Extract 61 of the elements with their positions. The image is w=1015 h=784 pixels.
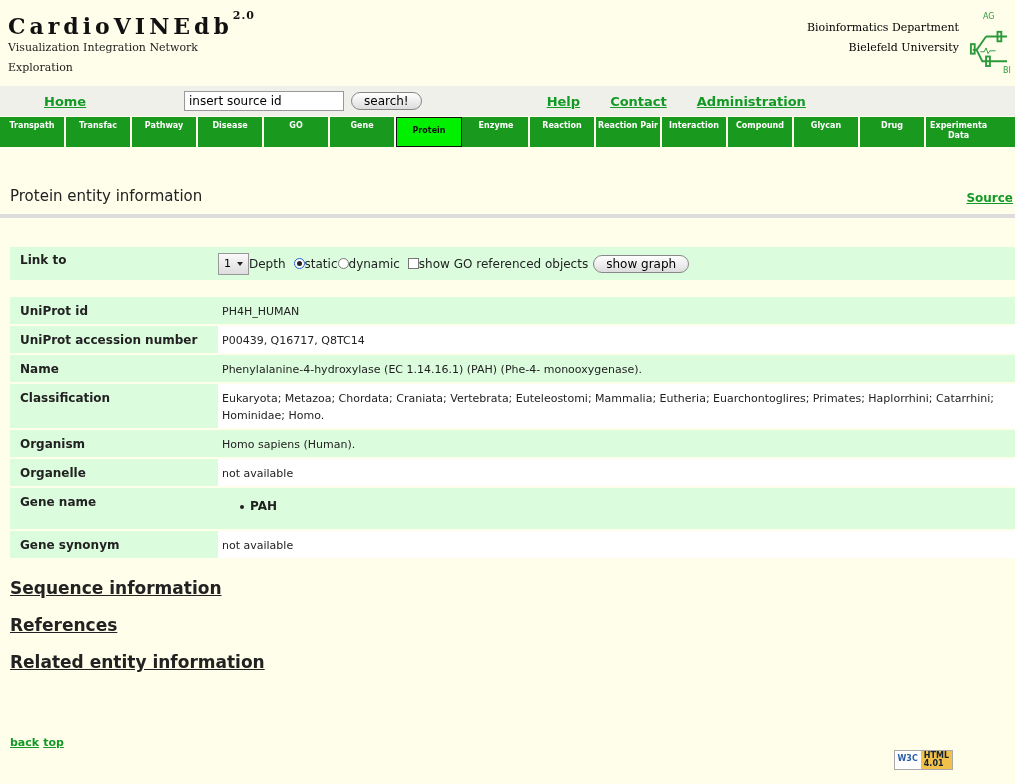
row-label: Organelle [10, 459, 218, 486]
bullet-icon [240, 504, 244, 509]
show-graph-button[interactable]: show graph [593, 254, 690, 273]
tab[interactable]: GO [264, 117, 330, 147]
site-subtitle: Visualization Integration Network Exploration [8, 40, 199, 76]
page-title: Protein entity information [10, 187, 203, 205]
institution-text: Bielefeld University [847, 40, 959, 56]
row-label: Name [10, 355, 218, 382]
tab[interactable]: Reaction [530, 117, 596, 147]
section-link[interactable]: Related entity information [10, 652, 265, 672]
section-link[interactable]: Sequence information [10, 578, 222, 598]
nav-link[interactable]: Contact [610, 93, 667, 109]
radio-label: static [304, 256, 338, 271]
tab[interactable]: Pathway [132, 117, 198, 147]
footer-link[interactable]: top [43, 736, 64, 749]
checkbox[interactable] [407, 258, 419, 269]
section-link[interactable]: References [10, 615, 118, 635]
institution-text: Bioinformatics Department [806, 20, 959, 36]
tab[interactable]: Protein [396, 117, 462, 147]
checkbox-label: show GO referenced objects [418, 256, 589, 271]
search-field[interactable]: insert source id [184, 91, 344, 111]
tab[interactable]: Interaction [662, 117, 728, 147]
radio-button[interactable] [337, 258, 349, 269]
row-label: Gene name [10, 488, 218, 529]
table-cell: Eukaryota; Metazoa; Chordata; Craniata; Vertebrata; Euteleostomi; Mammalia; Eutheria; Euarchontoglires; Primates; Haplorrhini; Catarrhini; Hominidae; Homo. [218, 384, 1015, 428]
row-label: UniProt accession number [10, 326, 218, 353]
tab[interactable]: Transfac [66, 117, 132, 147]
table-cell: Phenylalanine-4-hydroxylase (EC 1.14.16.1) (PAH) (Phe-4- monooxygenase). [218, 355, 1015, 382]
table-cell: not available [218, 459, 1015, 486]
row-label: Organism [10, 430, 218, 457]
nav-link[interactable]: Help [546, 93, 581, 109]
tab[interactable]: Experimenta Data [926, 117, 988, 147]
row-label: Gene synonym [10, 531, 218, 558]
tab[interactable]: Drug [860, 117, 926, 147]
table-cell: P00439, Q16717, Q8TC14 [218, 326, 1015, 353]
tab[interactable]: Compound [728, 117, 794, 147]
table-cell: Homo sapiens (Human). [218, 430, 1015, 457]
row-label: Classification [10, 384, 218, 428]
list-item: PAH [250, 498, 278, 515]
footer-link[interactable]: back [10, 736, 40, 749]
logo-label: AG [983, 12, 995, 21]
source-link[interactable]: Source [966, 191, 1013, 205]
depth-label: Depth [249, 256, 286, 271]
tab[interactable]: Enzyme [464, 117, 530, 147]
site-title: CardioVINEdb$^{2.0}$ [8, 10, 255, 38]
row-label: UniProt id [10, 297, 218, 324]
table-cell: not available [218, 531, 1015, 558]
tab[interactable]: Reaction Pair [596, 117, 662, 147]
table-cell: PH4H_HUMAN [218, 297, 1015, 324]
search-button[interactable]: search! [351, 92, 422, 110]
row-label: Link to [19, 252, 68, 267]
nav-link[interactable]: Home [44, 93, 184, 109]
tab[interactable]: Disease [198, 117, 264, 147]
depth-select[interactable]: 1 [218, 252, 249, 275]
tab[interactable]: Glycan [794, 117, 860, 147]
radio-label: dynamic [348, 256, 400, 271]
caret-icon [237, 261, 243, 266]
logo-label: BI [1003, 66, 1011, 75]
radio-button[interactable] [293, 258, 305, 269]
tab[interactable]: Transpath [0, 117, 66, 147]
nav-link[interactable]: Administration [696, 93, 806, 109]
